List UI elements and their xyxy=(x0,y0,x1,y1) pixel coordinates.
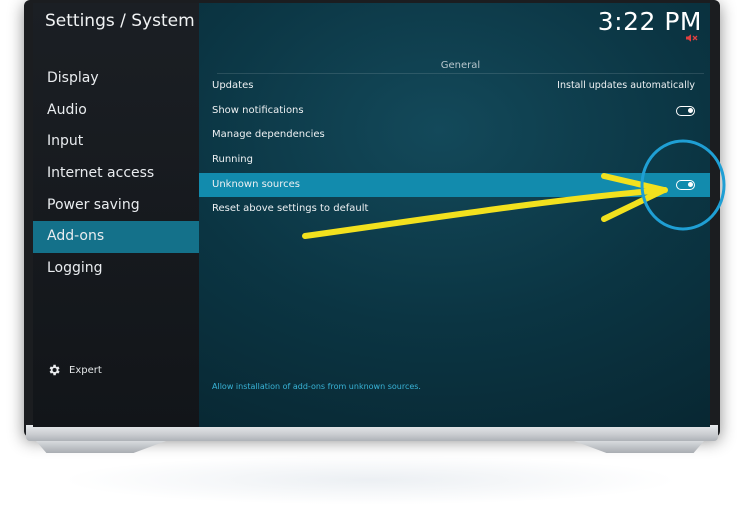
toggle-icon[interactable] xyxy=(676,105,695,116)
setting-reset-defaults[interactable]: Reset above settings to default xyxy=(199,197,710,222)
settings-panel: General Updates Install updates automati… xyxy=(199,59,710,222)
setting-updates[interactable]: Updates Install updates automatically xyxy=(199,74,710,99)
page-title: Settings / System xyxy=(45,11,195,31)
kodi-screen: Settings / System Display Audio Input In… xyxy=(33,3,710,427)
tv-reflection xyxy=(60,455,680,505)
sidebar: Settings / System Display Audio Input In… xyxy=(33,3,199,427)
setting-label: Show notifications xyxy=(212,104,304,116)
tv-stand-left xyxy=(36,441,166,453)
tv-stand-right xyxy=(574,441,704,453)
setting-label: Reset above settings to default xyxy=(212,203,369,215)
setting-description: Allow installation of add-ons from unkno… xyxy=(212,382,421,391)
sidebar-item-audio[interactable]: Audio xyxy=(33,95,199,127)
setting-value: Install updates automatically xyxy=(557,80,695,91)
setting-show-notifications[interactable]: Show notifications xyxy=(199,99,710,124)
sidebar-item-logging[interactable]: Logging xyxy=(33,253,199,285)
sidebar-item-add-ons[interactable]: Add-ons xyxy=(33,221,199,254)
setting-unknown-sources[interactable]: Unknown sources xyxy=(199,172,710,198)
sidebar-item-internet-access[interactable]: Internet access xyxy=(33,158,199,190)
setting-label: Updates xyxy=(212,80,254,91)
sidebar-menu: Display Audio Input Internet access Powe… xyxy=(33,63,199,285)
setting-label: Manage dependencies xyxy=(212,129,325,141)
sidebar-item-display[interactable]: Display xyxy=(33,63,199,95)
setting-label: Unknown sources xyxy=(212,178,301,190)
setting-running[interactable]: Running xyxy=(199,148,710,173)
section-header-general: General xyxy=(217,59,704,74)
clock: 3:22 PM xyxy=(597,7,702,36)
setting-label: Running xyxy=(212,154,253,166)
gear-icon xyxy=(49,364,60,376)
mute-icon xyxy=(686,34,698,42)
sidebar-item-power-saving[interactable]: Power saving xyxy=(33,190,199,222)
expert-label: Expert xyxy=(69,364,102,376)
sidebar-item-input[interactable]: Input xyxy=(33,126,199,158)
expert-level-button[interactable]: Expert xyxy=(47,363,102,377)
setting-manage-dependencies[interactable]: Manage dependencies xyxy=(199,123,710,148)
toggle-icon[interactable] xyxy=(676,179,695,190)
tv-bezel-bottom xyxy=(26,425,718,441)
